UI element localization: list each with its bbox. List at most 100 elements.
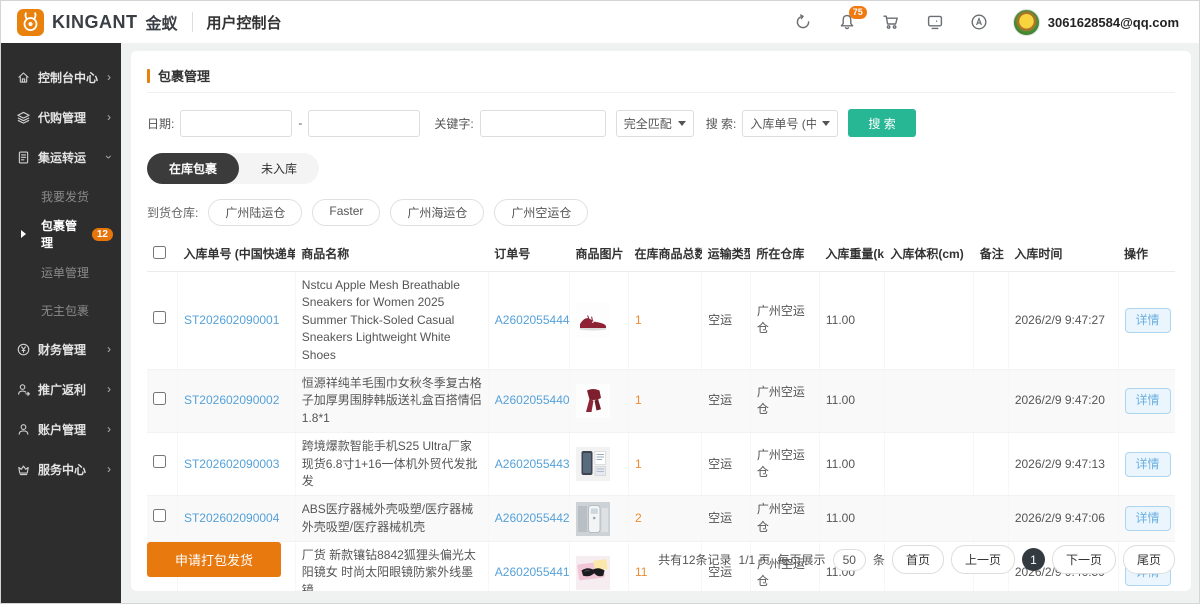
active-caret-icon — [21, 230, 26, 238]
tab-in-stock[interactable]: 在库包裹 — [147, 153, 239, 184]
filter-bar: 日期: - 关键字: 完全匹配 搜 索: 入库单号 (中国快递单号) — [147, 109, 1175, 137]
medical-device-image[interactable] — [576, 502, 610, 536]
order-number-link[interactable]: A2602055440 — [495, 393, 570, 407]
column-header: 商品图片 — [570, 236, 629, 272]
order-number-link[interactable]: A2602055443 — [495, 457, 570, 471]
search-type-label: 搜 索: — [706, 115, 737, 132]
details-button[interactable]: 详情 — [1125, 452, 1171, 477]
sidebar-subitem-waybill-management[interactable]: 运单管理 — [1, 253, 121, 291]
product-name: ABS医疗器械外壳吸塑/医疗器械外壳吸塑/医疗器械机壳 — [302, 501, 482, 536]
sidebar-item-label: 账户管理 — [38, 421, 100, 438]
warehouse-option-pill[interactable]: Faster — [312, 199, 380, 226]
sidebar-item-label: 推广返利 — [38, 381, 100, 398]
details-button[interactable]: 详情 — [1125, 308, 1171, 333]
sidebar-item-account[interactable]: 账户管理› — [1, 409, 121, 449]
history-icon[interactable] — [793, 12, 813, 32]
page-size-select[interactable]: 50 — [833, 549, 866, 571]
sidebar-item-console-center[interactable]: 控制台中心› — [1, 57, 121, 97]
cell-remark — [974, 272, 1009, 370]
red-sneaker-image[interactable] — [576, 303, 610, 337]
details-button[interactable]: 详情 — [1125, 506, 1171, 531]
sidebar-item-promotion-rebate[interactable]: 推广返利 › — [1, 369, 121, 409]
header-actions: 75 3061628584@qq.com — [793, 9, 1179, 36]
row-checkbox[interactable] — [153, 311, 166, 324]
product-name: 跨境爆款智能手机S25 Ultra厂家现货6.8寸1+16一体机外贸代发批发 — [302, 438, 482, 490]
table-row: ST202602090003 跨境爆款智能手机S25 Ultra厂家现货6.8寸1… — [147, 433, 1175, 496]
pagination: 共有12条记录 1/1 页 每页展示 50 条 首页 上一页 1 下一页 尾页 — [658, 545, 1175, 574]
in-stock-quantity-link[interactable]: 2 — [635, 511, 642, 525]
prev-page-button[interactable]: 上一页 — [951, 545, 1015, 574]
row-checkbox[interactable] — [153, 455, 166, 468]
product-name: Nstcu Apple Mesh Breathable Sneakers for… — [302, 277, 482, 364]
warehouse-filter-label: 到货仓库: — [147, 204, 198, 221]
column-header: 在库商品总数 — [628, 236, 701, 272]
next-page-button[interactable]: 下一页 — [1052, 545, 1116, 574]
current-page-button[interactable]: 1 — [1022, 548, 1045, 571]
cell-weight: 11.00 — [819, 369, 884, 432]
apply-pack-ship-button[interactable]: 申请打包发货 — [147, 542, 281, 577]
date-from-input[interactable] — [180, 110, 292, 137]
table-footer: 申请打包发货 共有12条记录 1/1 页 每页展示 50 条 首页 上一页 1 … — [147, 532, 1175, 591]
cell-time: 2026/2/9 9:47:27 — [1008, 272, 1118, 370]
order-number-link[interactable]: A2602055442 — [495, 511, 570, 525]
warehouse-option-pill[interactable]: 广州海运仓 — [390, 199, 484, 226]
search-type-select[interactable]: 入库单号 (中国快递单号) — [742, 110, 838, 137]
column-header: 商品名称 — [295, 236, 488, 272]
circled-a-icon[interactable] — [969, 12, 989, 32]
warehouse-option-pill[interactable]: 广州陆运仓 — [208, 199, 302, 226]
sidebar-menu: 控制台中心›代购管理›集运转运›我要发货包裹管理12运单管理无主包裹财务管理›推… — [1, 57, 121, 489]
app-window: KINGANT 金蚁 用户控制台 75 3061628 — [0, 0, 1200, 604]
user-menu[interactable]: 3061628584@qq.com — [1013, 9, 1179, 36]
sidebar-item-finance[interactable]: 财务管理› — [1, 329, 121, 369]
row-checkbox[interactable] — [153, 392, 166, 405]
promo-icon — [16, 382, 31, 397]
select-all-checkbox[interactable] — [153, 246, 166, 259]
in-stock-quantity-link[interactable]: 1 — [635, 313, 642, 327]
inbound-number-link[interactable]: ST202602090004 — [184, 511, 279, 525]
video-monitor-icon[interactable] — [925, 12, 945, 32]
cell-volume — [884, 272, 973, 370]
sidebar-subitem-unclaimed-packages[interactable]: 无主包裹 — [1, 291, 121, 329]
cell-weight: 11.00 — [819, 433, 884, 496]
sidebar-item-label: 财务管理 — [38, 341, 100, 358]
cell-volume — [884, 369, 973, 432]
package-tabs: 在库包裹未入库 — [147, 153, 319, 184]
row-checkbox[interactable] — [153, 509, 166, 522]
header-divider — [192, 12, 193, 32]
tab-not-inbound[interactable]: 未入库 — [239, 153, 319, 184]
sidebar-subitem-label: 无主包裹 — [41, 302, 89, 319]
details-button[interactable]: 详情 — [1125, 388, 1171, 413]
match-mode-select[interactable]: 完全匹配 — [616, 110, 694, 137]
date-to-input[interactable] — [308, 110, 420, 137]
records-summary: 共有12条记录 — [658, 551, 731, 568]
warehouse-option-pill[interactable]: 广州空运仓 — [494, 199, 588, 226]
sidebar-item-consolidation[interactable]: 集运转运› — [1, 137, 121, 177]
cell-transport: 空运 — [702, 433, 751, 496]
chevron-right-icon: › — [107, 382, 111, 396]
sidebar-subitem-i-want-to-ship[interactable]: 我要发货 — [1, 177, 121, 215]
in-stock-quantity-link[interactable]: 1 — [635, 393, 642, 407]
last-page-button[interactable]: 尾页 — [1123, 545, 1175, 574]
search-button[interactable]: 搜 索 — [848, 109, 915, 137]
inbound-number-link[interactable]: ST202602090001 — [184, 313, 279, 327]
in-stock-quantity-link[interactable]: 1 — [635, 457, 642, 471]
first-page-button[interactable]: 首页 — [892, 545, 944, 574]
keyword-input[interactable] — [480, 110, 606, 137]
cart-icon[interactable] — [881, 12, 901, 32]
cell-transport: 空运 — [702, 272, 751, 370]
brand-logo[interactable]: KINGANT 金蚁 — [17, 9, 178, 36]
sidebar-item-purchasing[interactable]: 代购管理› — [1, 97, 121, 137]
cell-volume — [884, 433, 973, 496]
keyword-label: 关键字: — [434, 115, 473, 132]
sidebar-item-service-center[interactable]: 服务中心› — [1, 449, 121, 489]
notifications-bell-icon[interactable]: 75 — [837, 12, 857, 32]
red-scarf-image[interactable] — [576, 384, 610, 418]
inbound-number-link[interactable]: ST202602090002 — [184, 393, 279, 407]
sidebar-subitem-label: 我要发货 — [41, 188, 89, 205]
sidebar-subitem-package-management[interactable]: 包裹管理12 — [1, 215, 121, 253]
order-number-link[interactable]: A2602055444 — [495, 313, 570, 327]
inbound-number-link[interactable]: ST202602090003 — [184, 457, 279, 471]
account-icon — [16, 422, 31, 437]
cell-warehouse: 广州空运仓 — [750, 433, 819, 496]
smartphone-image[interactable] — [576, 447, 610, 481]
